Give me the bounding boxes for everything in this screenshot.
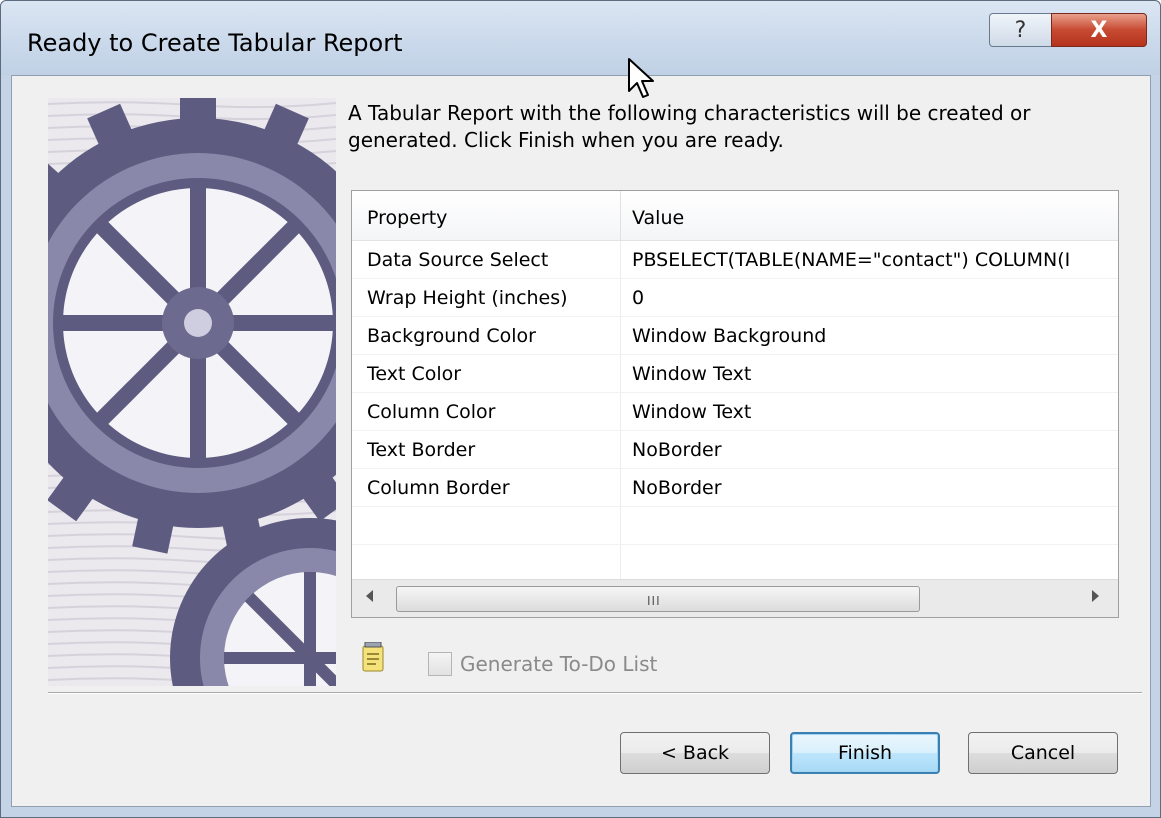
table-row[interactable]: Text Border NoBorder [352,431,1118,469]
dialog-window: Ready to Create Tabular Report ? X A Tab… [0,0,1161,818]
column-header-property[interactable]: Property [367,207,447,229]
value-cell: 0 [632,287,645,309]
table-row[interactable]: Column Color Window Text [352,393,1118,431]
scroll-thumb[interactable]: III [396,586,920,612]
grid-header: Property Value [352,191,1118,241]
value-cell: NoBorder [632,477,722,499]
empty-row [352,545,1118,583]
help-button[interactable]: ? [989,13,1051,47]
header-divider[interactable] [620,191,621,241]
property-cell: Text Color [367,363,462,385]
table-row[interactable]: Data Source Select PBSELECT(TABLE(NAME="… [352,241,1118,279]
notepad-icon [362,642,384,672]
generate-todo-checkbox[interactable] [428,652,452,676]
horizontal-scrollbar[interactable]: III [352,579,1118,617]
help-icon: ? [1014,17,1027,43]
empty-row [352,507,1118,545]
wizard-gear-illustration [48,98,336,686]
property-cell: Column Border [367,477,510,499]
dialog-title: Ready to Create Tabular Report [27,29,403,57]
value-cell: PBSELECT(TABLE(NAME="contact") COLUMN(I [632,249,1071,271]
properties-grid[interactable]: Property Value Data Source Select PBSELE… [351,190,1119,618]
property-cell: Background Color [367,325,536,347]
property-cell: Text Border [367,439,476,461]
close-button[interactable]: X [1051,13,1147,47]
table-row[interactable]: Background Color Window Background [352,317,1118,355]
cancel-button[interactable]: Cancel [968,732,1118,774]
dialog-body: A Tabular Report with the following char… [11,75,1151,807]
value-cell: Window Background [632,325,827,347]
scroll-right-icon[interactable] [1092,590,1099,602]
mouse-cursor-icon [628,58,654,98]
table-row[interactable]: Column Border NoBorder [352,469,1118,507]
property-cell: Wrap Height (inches) [367,287,568,309]
finish-button[interactable]: Finish [790,732,940,774]
generate-todo-label: Generate To-Do List [460,652,658,676]
title-bar[interactable]: Ready to Create Tabular Report ? X [1,1,1160,75]
table-row[interactable]: Text Color Window Text [352,355,1118,393]
column-header-value[interactable]: Value [632,207,684,229]
value-cell: NoBorder [632,439,722,461]
property-cell: Column Color [367,401,496,423]
close-icon: X [1090,17,1108,43]
scroll-left-icon[interactable] [366,590,373,602]
property-cell: Data Source Select [367,249,549,271]
value-cell: Window Text [632,401,752,423]
intro-text: A Tabular Report with the following char… [348,101,1031,152]
table-row[interactable]: Wrap Height (inches) 0 [352,279,1118,317]
scroll-grip-icon: III [647,594,661,608]
back-button[interactable]: < Back [620,732,770,774]
value-cell: Window Text [632,363,752,385]
separator-line [48,692,1142,694]
